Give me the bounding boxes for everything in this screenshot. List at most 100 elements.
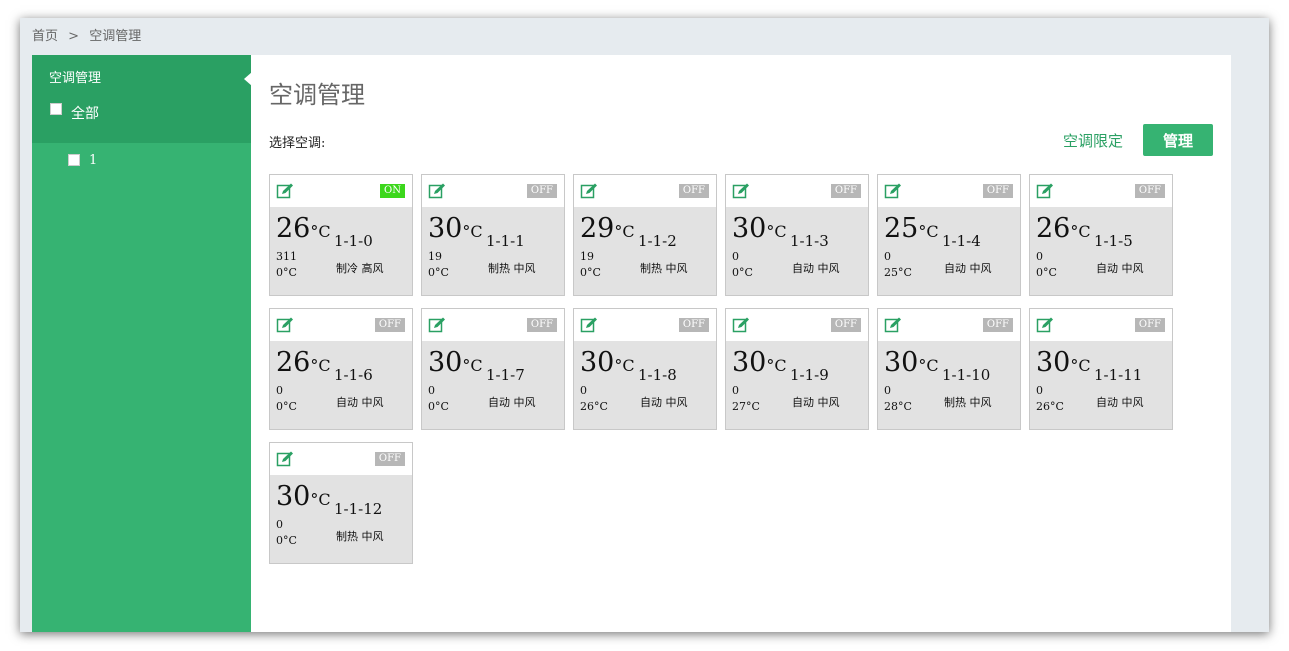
room-temperature-value: 0 xyxy=(732,266,739,279)
power-status-badge[interactable]: OFF xyxy=(1134,318,1165,332)
temperature-unit: °C xyxy=(1070,356,1091,375)
ac-name: 1-1-7 xyxy=(486,366,525,384)
power-status-badge[interactable]: OFF xyxy=(1134,184,1165,198)
ac-value: 0 xyxy=(1036,250,1043,263)
room-temperature-value: 28 xyxy=(884,400,898,413)
ac-card[interactable]: OFF 30°C 1-1-12 0 0°C 制热 中风 xyxy=(269,442,413,564)
edit-icon[interactable] xyxy=(884,316,902,334)
mode-label: 自动 xyxy=(792,396,814,409)
ac-card[interactable]: OFF 30°C 1-1-9 0 27°C 自动 中风 xyxy=(725,308,869,430)
mode-label: 自动 xyxy=(640,396,662,409)
edit-icon[interactable] xyxy=(732,182,750,200)
ac-card[interactable]: OFF 26°C 1-1-5 0 0°C 自动 中风 xyxy=(1029,174,1173,296)
set-temperature-value: 30 xyxy=(884,347,919,378)
sidebar-item-1[interactable]: 1 xyxy=(32,143,251,177)
ac-card[interactable]: OFF 30°C 1-1-8 0 26°C 自动 中风 xyxy=(573,308,717,430)
edit-icon[interactable] xyxy=(428,182,446,200)
checkbox-item-1[interactable] xyxy=(68,154,80,166)
ac-value: 0 xyxy=(580,384,587,397)
power-status-badge[interactable]: OFF xyxy=(374,452,405,466)
ac-card[interactable]: OFF 30°C 1-1-1 19 0°C 制热 中风 xyxy=(421,174,565,296)
power-status-badge[interactable]: OFF xyxy=(374,318,405,332)
power-status-badge[interactable]: OFF xyxy=(982,184,1013,198)
ac-card[interactable]: ON 26°C 1-1-0 311 0°C 制冷 高风 xyxy=(269,174,413,296)
ac-value: 0 xyxy=(276,384,283,397)
mode-label: 自动 xyxy=(336,396,358,409)
room-temperature: 26°C xyxy=(1036,400,1064,413)
temperature-unit: °C xyxy=(310,490,331,509)
power-status-badge[interactable]: OFF xyxy=(678,184,709,198)
sidebar-item-all[interactable]: 全部 xyxy=(32,103,251,143)
ac-card-header: OFF xyxy=(270,309,412,341)
set-temperature: 30°C xyxy=(732,213,787,244)
set-temperature-value: 26 xyxy=(276,213,311,244)
room-temperature-value: 26 xyxy=(1036,400,1050,413)
edit-icon[interactable] xyxy=(732,316,750,334)
edit-icon[interactable] xyxy=(276,450,294,468)
page-title: 空调管理 xyxy=(269,81,365,109)
ac-limit-link[interactable]: 空调限定 xyxy=(1063,130,1123,151)
power-status-badge[interactable]: OFF xyxy=(526,184,557,198)
ac-card[interactable]: OFF 30°C 1-1-11 0 26°C 自动 中风 xyxy=(1029,308,1173,430)
power-status-badge[interactable]: OFF xyxy=(830,184,861,198)
fan-label: 中风 xyxy=(361,396,384,409)
mode-label: 自动 xyxy=(1096,262,1118,275)
edit-icon[interactable] xyxy=(276,316,294,334)
edit-icon[interactable] xyxy=(580,316,598,334)
power-status-badge[interactable]: OFF xyxy=(526,318,557,332)
set-temperature-value: 25 xyxy=(884,213,919,244)
ac-mode: 制热 中风 xyxy=(640,260,688,276)
edit-icon[interactable] xyxy=(428,316,446,334)
ac-card[interactable]: OFF 25°C 1-1-4 0 25°C 自动 中风 xyxy=(877,174,1021,296)
ac-card[interactable]: OFF 26°C 1-1-6 0 0°C 自动 中风 xyxy=(269,308,413,430)
set-temperature: 30°C xyxy=(428,347,483,378)
edit-icon[interactable] xyxy=(1036,182,1054,200)
set-temperature-value: 30 xyxy=(732,347,767,378)
temperature-unit: °C xyxy=(1070,222,1091,241)
checkbox-all[interactable] xyxy=(50,103,62,115)
set-temperature: 30°C xyxy=(884,347,939,378)
ac-card-header: OFF xyxy=(1030,309,1172,341)
temperature-unit: °C xyxy=(614,356,635,375)
sidebar: 空调管理 全部 1 xyxy=(32,55,252,632)
temperature-unit: °C xyxy=(435,400,449,413)
breadcrumb-home[interactable]: 首页 xyxy=(32,29,58,44)
ac-mode: 制热 中风 xyxy=(488,260,536,276)
ac-name: 1-1-12 xyxy=(334,500,383,518)
ac-value: 0 xyxy=(1036,384,1043,397)
ac-card[interactable]: OFF 30°C 1-1-7 0 0°C 自动 中风 xyxy=(421,308,565,430)
ac-card-header: ON xyxy=(270,175,412,207)
set-temperature: 25°C xyxy=(884,213,939,244)
mode-label: 自动 xyxy=(1096,396,1118,409)
set-temperature: 29°C xyxy=(580,213,635,244)
room-temperature: 28°C xyxy=(884,400,912,413)
mode-label: 自动 xyxy=(944,262,966,275)
edit-icon[interactable] xyxy=(1036,316,1054,334)
fan-label: 中风 xyxy=(1121,262,1144,275)
temperature-unit: °C xyxy=(898,266,912,279)
room-temperature: 26°C xyxy=(580,400,608,413)
manage-button[interactable]: 管理 xyxy=(1143,124,1213,156)
ac-card-header: OFF xyxy=(1030,175,1172,207)
ac-card[interactable]: OFF 30°C 1-1-3 0 0°C 自动 中风 xyxy=(725,174,869,296)
room-temperature-value: 0 xyxy=(580,266,587,279)
temperature-unit: °C xyxy=(310,356,331,375)
mode-label: 制冷 xyxy=(336,262,358,275)
ac-card[interactable]: OFF 29°C 1-1-2 19 0°C 制热 中风 xyxy=(573,174,717,296)
edit-icon[interactable] xyxy=(580,182,598,200)
sidebar-item-1-label: 1 xyxy=(89,152,98,168)
edit-icon[interactable] xyxy=(276,182,294,200)
temperature-unit: °C xyxy=(594,400,608,413)
power-status-badge[interactable]: ON xyxy=(380,184,405,198)
temperature-unit: °C xyxy=(898,400,912,413)
ac-card[interactable]: OFF 30°C 1-1-10 0 28°C 制热 中风 xyxy=(877,308,1021,430)
power-status-badge[interactable]: OFF xyxy=(982,318,1013,332)
sidebar-title: 空调管理 xyxy=(32,55,252,103)
room-temperature: 0°C xyxy=(276,266,297,279)
power-status-badge[interactable]: OFF xyxy=(678,318,709,332)
fan-label: 中风 xyxy=(665,396,688,409)
edit-icon[interactable] xyxy=(884,182,902,200)
temperature-unit: °C xyxy=(739,266,753,279)
ac-name: 1-1-0 xyxy=(334,232,373,250)
power-status-badge[interactable]: OFF xyxy=(830,318,861,332)
